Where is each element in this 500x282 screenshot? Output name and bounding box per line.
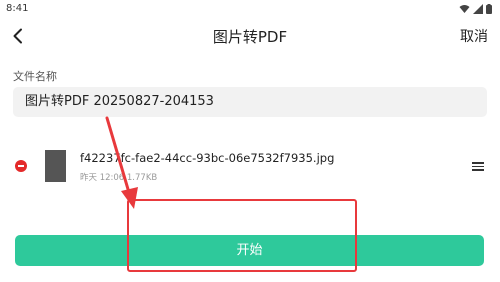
status-bar: 8:41 (0, 0, 500, 18)
file-thumbnail (45, 150, 66, 182)
file-list-item: f42237fc-fae2-44cc-93bc-06e7532f7935.jpg… (0, 143, 500, 189)
file-name-input[interactable] (13, 87, 487, 117)
file-name: f42237fc-fae2-44cc-93bc-06e7532f7935.jpg (80, 151, 335, 165)
signal-icon (473, 4, 483, 14)
toolbar: 图片转PDF 取消 (0, 18, 500, 54)
file-name-label: 文件名称 (13, 70, 57, 83)
wifi-icon (459, 5, 470, 13)
page-title: 图片转PDF (212, 28, 288, 46)
remove-file-button[interactable] (15, 160, 27, 172)
status-icons (459, 3, 492, 15)
drag-handle-icon[interactable] (472, 162, 484, 171)
file-meta: 昨天 12:06 1.77KB (80, 173, 158, 183)
start-button[interactable]: 开始 (15, 235, 484, 266)
battery-icon (486, 4, 492, 14)
cancel-button[interactable]: 取消 (460, 26, 488, 46)
status-time: 8:41 (6, 3, 29, 14)
